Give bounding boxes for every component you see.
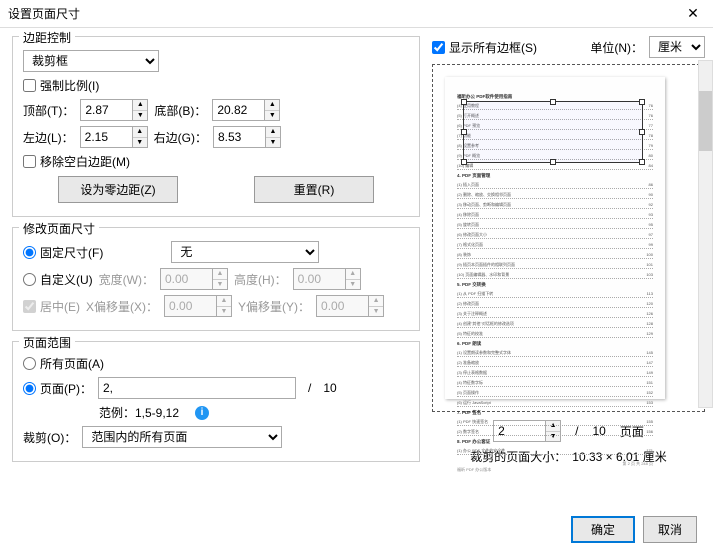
dialog-title: 设置页面尺寸 — [8, 5, 681, 22]
page-range-group: 页面范围 所有页面(A) 页面(P)： / 10 范例：1,5-9,12 i 裁… — [12, 341, 420, 462]
cancel-button[interactable]: 取消 — [643, 516, 697, 543]
resize-title: 修改页面尺寸 — [19, 220, 99, 237]
all-pages-radio[interactable]: 所有页面(A) — [23, 355, 104, 372]
info-icon[interactable]: i — [195, 406, 209, 420]
example-label: 范例：1,5-9,12 — [99, 404, 179, 421]
close-icon[interactable]: ✕ — [681, 5, 705, 22]
margin-title: 边距控制 — [19, 29, 75, 46]
force-ratio-checkbox[interactable]: 强制比例(I) — [23, 77, 99, 94]
preview-box: 福昕办公 PDF软件使用指南 (4) 使用教程76 (5) 打开概述76 (6)… — [432, 64, 705, 412]
yoffset-spinner: ▲▼ — [316, 295, 384, 317]
fixed-size-select[interactable]: 无 — [171, 241, 319, 263]
unit-select[interactable]: 厘米 — [649, 36, 705, 58]
show-all-borders-checkbox[interactable]: 显示所有边框(S) — [432, 39, 537, 56]
right-panel: 显示所有边框(S) 单位(N)： 厘米 福昕办公 PDF软件使用指南 (4) 使… — [432, 28, 713, 508]
bottom-label: 底部(B)： — [154, 102, 206, 119]
custom-size-radio[interactable]: 自定义(U) — [23, 271, 93, 288]
ok-button[interactable]: 确定 — [571, 516, 635, 543]
crop-label: 裁剪(O)： — [23, 429, 76, 446]
titlebar: 设置页面尺寸 ✕ — [0, 0, 713, 28]
height-spinner: ▲▼ — [293, 268, 361, 290]
pages-input[interactable] — [98, 377, 296, 399]
yoffset-label: Y偏移量(Y)： — [238, 298, 310, 315]
height-label: 高度(H)： — [234, 271, 287, 288]
resize-group: 修改页面尺寸 固定尺寸(F) 无 自定义(U) 宽度(W)： ▲▼ 高度(H)：… — [12, 227, 420, 331]
width-spinner: ▲▼ — [160, 268, 228, 290]
top-spinner[interactable]: ▲▼ — [80, 99, 148, 121]
range-title: 页面范围 — [19, 334, 75, 351]
left-spinner[interactable]: ▲▼ — [80, 126, 148, 148]
xoffset-spinner: ▲▼ — [164, 295, 232, 317]
reset-button[interactable]: 重置(R) — [254, 176, 374, 203]
crop-rectangle[interactable] — [463, 101, 643, 163]
center-checkbox: 居中(E) — [23, 298, 80, 315]
total-pages: 10 — [323, 381, 336, 395]
right-spinner[interactable]: ▲▼ — [213, 126, 281, 148]
margin-control-group: 边距控制 裁剪框 强制比例(I) 顶部(T)： ▲▼ 底部(B)： ▲▼ 左边(… — [12, 36, 420, 217]
preview-page[interactable]: 福昕办公 PDF软件使用指南 (4) 使用教程76 (5) 打开概述76 (6)… — [445, 77, 665, 399]
pages-radio[interactable]: 页面(P)： — [23, 380, 92, 397]
xoffset-label: X偏移量(X)： — [86, 298, 158, 315]
bottom-spinner[interactable]: ▲▼ — [212, 99, 280, 121]
content: 边距控制 裁剪框 强制比例(I) 顶部(T)： ▲▼ 底部(B)： ▲▼ 左边(… — [0, 28, 713, 508]
footer: 确定 取消 — [0, 508, 713, 551]
crop-select[interactable]: 范围内的所有页面 — [82, 426, 282, 448]
zero-margin-button[interactable]: 设为零边距(Z) — [58, 176, 178, 203]
remove-white-checkbox[interactable]: 移除空白边距(M) — [23, 153, 130, 170]
unit-label: 单位(N)： — [590, 39, 643, 56]
left-panel: 边距控制 裁剪框 强制比例(I) 顶部(T)： ▲▼ 底部(B)： ▲▼ 左边(… — [0, 28, 432, 508]
fixed-size-radio[interactable]: 固定尺寸(F) — [23, 244, 103, 261]
slash: / — [308, 381, 311, 395]
left-label: 左边(L)： — [23, 129, 74, 146]
crop-type-select[interactable]: 裁剪框 — [23, 50, 159, 72]
right-label: 右边(G)： — [154, 129, 207, 146]
width-label: 宽度(W)： — [99, 271, 154, 288]
preview-scrollbar[interactable] — [698, 60, 713, 408]
top-label: 顶部(T)： — [23, 102, 74, 119]
